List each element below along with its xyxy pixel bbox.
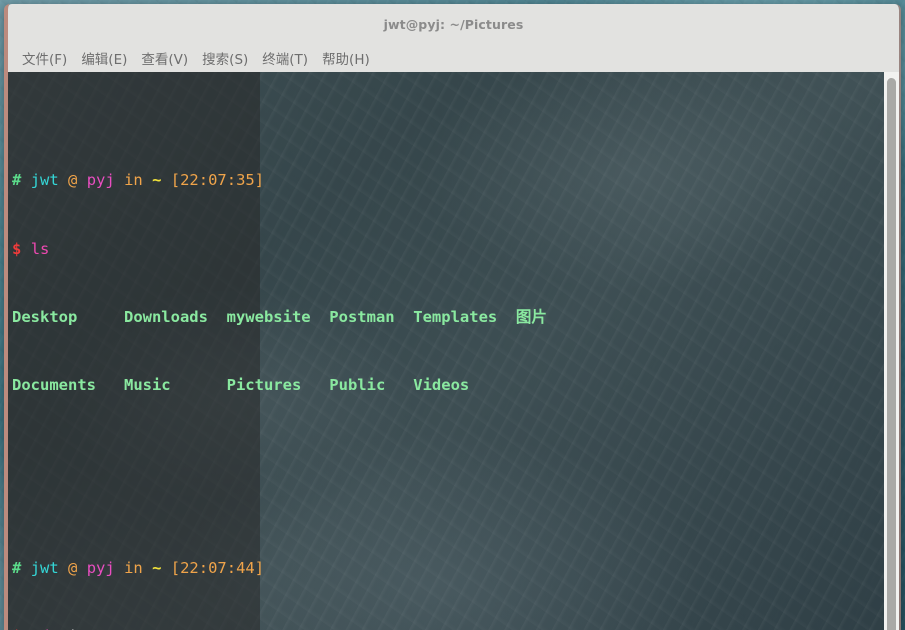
command-text-ls: ls: [30, 239, 50, 258]
ls-row-1-text: Desktop Downloads mywebsite Postman Temp…: [12, 307, 547, 326]
prompt-line-cd: # jwt @ pyj in ~ [22:07:44]: [12, 557, 899, 580]
terminal-window: jwt@pyj: ~/Pictures 文件(F) 编辑(E) 查看(V) 搜索…: [4, 4, 901, 630]
menu-help[interactable]: 帮助(H): [316, 46, 376, 70]
prompt-hash-icon: #: [12, 171, 22, 190]
menu-search[interactable]: 搜索(S): [196, 46, 254, 70]
terminal-output-area[interactable]: # jwt @ pyj in ~ [22:07:35] $ ls Desktop…: [8, 72, 899, 630]
prompt-in-word: in: [124, 558, 143, 577]
prompt-in-word: in: [124, 171, 143, 190]
window-title: jwt@pyj: ~/Pictures: [383, 16, 524, 32]
prompt-host: pyj: [86, 558, 115, 577]
menu-edit[interactable]: 编辑(E): [75, 46, 133, 70]
ls-output-row-1: Desktop Downloads mywebsite Postman Temp…: [12, 306, 899, 329]
menu-view[interactable]: 查看(V): [135, 46, 194, 70]
scrollbar-thumb[interactable]: [887, 78, 896, 630]
terminal-scrollbar[interactable]: [884, 72, 899, 630]
ls-output-row-2: Documents Music Pictures Public Videos: [12, 374, 899, 397]
prompt-dollar-icon: $: [12, 239, 22, 258]
menu-bar: 文件(F) 编辑(E) 查看(V) 搜索(S) 终端(T) 帮助(H): [8, 44, 899, 72]
prompt-user: jwt: [30, 171, 59, 190]
ls-row-2-text: Documents Music Pictures Public Videos: [12, 376, 470, 395]
terminal-viewport[interactable]: # jwt @ pyj in ~ [22:07:35] $ ls Desktop…: [8, 72, 899, 630]
command-line-ls: $ ls: [12, 238, 899, 261]
prompt-timestamp: [22:07:44]: [170, 558, 265, 577]
prompt-timestamp: [22:07:35]: [170, 171, 265, 190]
menu-file[interactable]: 文件(F): [16, 46, 73, 70]
prompt-hash-icon: #: [12, 558, 22, 577]
prompt-user: jwt: [30, 558, 59, 577]
menu-terminal[interactable]: 终端(T): [256, 46, 314, 70]
prompt-line-ls: # jwt @ pyj in ~ [22:07:35]: [12, 169, 899, 192]
prompt-at-symbol: @: [68, 171, 78, 190]
command-line-cd: $ cd Pictures: [12, 625, 899, 630]
prompt-at-symbol: @: [68, 558, 78, 577]
prompt-host: pyj: [86, 171, 115, 190]
window-titlebar[interactable]: jwt@pyj: ~/Pictures: [8, 4, 899, 44]
